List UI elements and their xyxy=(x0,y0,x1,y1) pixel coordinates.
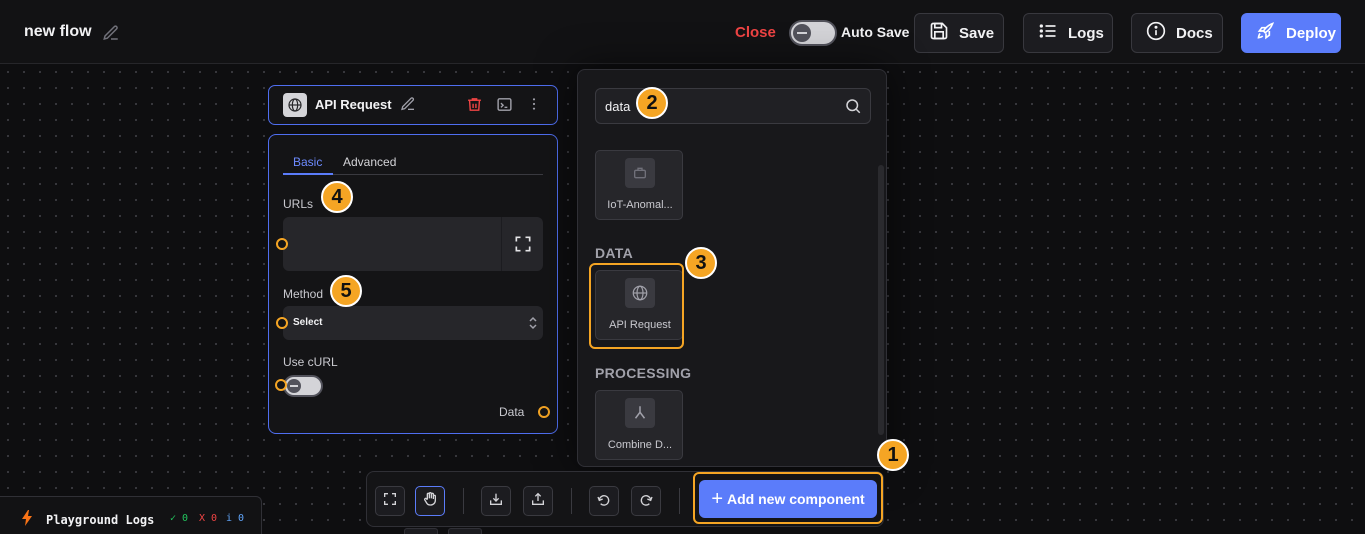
annotation-badge-1: 1 xyxy=(877,439,909,471)
fit-view-button[interactable] xyxy=(375,486,405,516)
api-request-highlight xyxy=(589,263,684,349)
section-header-processing: PROCESSING xyxy=(595,365,692,381)
minimap-control[interactable] xyxy=(448,528,482,534)
use-curl-label: Use cURL xyxy=(283,355,338,369)
search-value: data xyxy=(605,99,631,114)
terminal-icon[interactable] xyxy=(496,96,514,114)
top-bar: new flow Close Auto Save Save Logs Docs … xyxy=(0,0,1365,64)
more-vertical-icon[interactable] xyxy=(526,96,544,114)
add-component-highlight xyxy=(693,472,883,524)
autosave-toggle[interactable] xyxy=(789,20,837,46)
export-icon xyxy=(530,491,546,512)
flow-title: new flow xyxy=(24,23,92,40)
annotation-badge-3: 3 xyxy=(685,247,717,279)
tab-advanced[interactable]: Advanced xyxy=(343,155,396,169)
hand-icon xyxy=(422,491,438,512)
method-select-value: Select xyxy=(293,317,323,328)
expand-icon[interactable] xyxy=(513,234,533,254)
active-tab-indicator xyxy=(283,173,333,175)
component-card-label: Combine D... xyxy=(607,439,673,451)
playground-logs-title: Playground Logs xyxy=(46,513,155,527)
redo-icon xyxy=(638,491,654,512)
chevron-up-down-icon xyxy=(527,316,539,330)
docs-label: Docs xyxy=(1176,24,1213,42)
section-header-data: DATA xyxy=(595,245,634,261)
data-output-label: Data xyxy=(499,405,525,419)
edit-pencil-icon[interactable] xyxy=(400,96,418,114)
urls-input[interactable] xyxy=(283,217,543,271)
tab-basic[interactable]: Basic xyxy=(293,155,322,169)
undo-button[interactable] xyxy=(589,486,619,516)
minimap-control[interactable] xyxy=(404,528,438,534)
component-card-label: IoT-Anomal... xyxy=(607,199,673,211)
merge-icon xyxy=(625,398,655,428)
playground-logs-bar[interactable]: Playground Logs ✓ 0 X 0 i 0 xyxy=(0,496,262,534)
fit-view-icon xyxy=(382,491,398,512)
save-button[interactable]: Save xyxy=(914,13,1004,53)
close-button[interactable]: Close xyxy=(735,24,776,41)
autosave-label: Auto Save xyxy=(841,24,910,40)
toolbar-divider xyxy=(463,488,464,514)
use-curl-toggle[interactable] xyxy=(283,375,323,397)
node-header[interactable]: API Request xyxy=(268,85,558,125)
urls-input-port[interactable] xyxy=(276,238,288,250)
error-count: X 0 xyxy=(199,513,218,524)
info-icon xyxy=(1146,21,1166,45)
toolbar-divider xyxy=(679,488,680,514)
undo-icon xyxy=(596,491,612,512)
data-output-port[interactable] xyxy=(538,406,550,418)
annotation-badge-4: 4 xyxy=(321,181,353,213)
panel-scrollbar[interactable] xyxy=(878,165,884,435)
annotation-badge-2: 2 xyxy=(636,87,668,119)
success-count: ✓ 0 xyxy=(170,513,189,524)
docs-button[interactable]: Docs xyxy=(1131,13,1223,53)
rocket-icon xyxy=(1256,21,1276,45)
urls-label: URLs xyxy=(283,197,314,211)
logs-button[interactable]: Logs xyxy=(1023,13,1113,53)
edit-pencil-icon[interactable] xyxy=(102,24,120,42)
bolt-icon xyxy=(20,510,34,526)
component-card-iot-anomaly[interactable]: IoT-Anomal... xyxy=(595,150,683,220)
method-label: Method xyxy=(283,287,324,301)
method-select[interactable]: Select xyxy=(283,306,543,340)
list-icon xyxy=(1038,21,1058,45)
deploy-button[interactable]: Deploy xyxy=(1241,13,1341,53)
info-count: i 0 xyxy=(226,513,245,524)
logs-label: Logs xyxy=(1068,24,1104,42)
pan-mode-button[interactable] xyxy=(415,486,445,516)
redo-button[interactable] xyxy=(631,486,661,516)
node-body: Basic Advanced URLs Method Select Use cU… xyxy=(268,134,558,434)
export-button[interactable] xyxy=(523,486,553,516)
trash-icon[interactable] xyxy=(466,96,484,114)
component-panel: data IoT-Anomal... DATA API Request PROC… xyxy=(577,69,887,467)
deploy-label: Deploy xyxy=(1286,24,1337,42)
annotation-badge-5: 5 xyxy=(330,275,362,307)
use-curl-input-port[interactable] xyxy=(275,379,287,391)
search-icon[interactable] xyxy=(844,97,862,115)
method-input-port[interactable] xyxy=(276,317,288,329)
import-icon xyxy=(488,491,504,512)
toolbar-divider xyxy=(571,488,572,514)
node-title: API Request xyxy=(315,97,392,112)
iot-device-icon xyxy=(625,158,655,188)
globe-icon xyxy=(283,93,307,117)
save-icon xyxy=(929,21,949,45)
import-button[interactable] xyxy=(481,486,511,516)
save-label: Save xyxy=(959,24,995,42)
component-card-combine-data[interactable]: Combine D... xyxy=(595,390,683,460)
